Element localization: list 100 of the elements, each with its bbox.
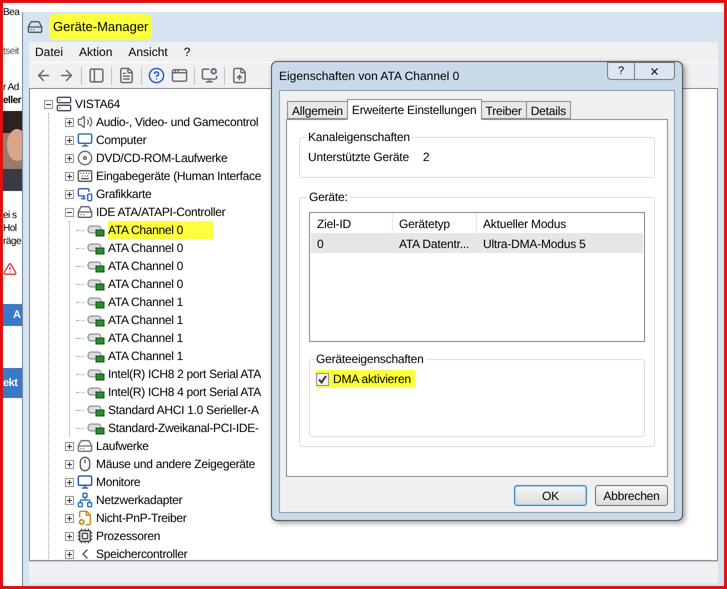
expand-icon[interactable]	[65, 550, 74, 558]
field-value: 2	[422, 149, 430, 166]
expand-icon[interactable]	[65, 118, 74, 126]
controller-icon	[87, 295, 105, 309]
tree-item[interactable]: Prozessoren	[96, 527, 160, 545]
document-icon[interactable]	[118, 67, 135, 84]
menu-item[interactable]: Datei	[35, 43, 64, 61]
background-button[interactable]: A	[3, 304, 22, 326]
tree-item[interactable]: ATA Channel 0	[108, 275, 184, 293]
expand-icon[interactable]	[65, 496, 74, 504]
tree-item[interactable]: DVD/CD-ROM-Laufwerke	[96, 149, 228, 167]
tree-item[interactable]: ATA Channel 0	[108, 257, 184, 275]
tab[interactable]: Details	[526, 101, 571, 119]
text-fragment: ei s	[3, 209, 18, 222]
text-fragment: eller	[3, 94, 22, 107]
monitor-gear-icon[interactable]	[201, 67, 218, 84]
tree-item[interactable]: Nicht-PnP-Treiber	[96, 509, 186, 527]
monitor-icon	[77, 132, 93, 148]
window-icon[interactable]	[171, 67, 188, 84]
dma-checkbox[interactable]: DMA aktivieren	[316, 370, 415, 388]
upload-icon[interactable]	[231, 67, 248, 84]
column-header[interactable]: Gerätetyp	[393, 214, 477, 233]
tree-item[interactable]: ATA Channel 1	[108, 347, 184, 365]
field-label: Unterstützte Geräte	[308, 149, 409, 166]
controller-icon	[87, 421, 105, 435]
controller-icon	[87, 259, 105, 273]
expand-icon[interactable]	[65, 172, 74, 180]
tree-item[interactable]: Computer	[96, 131, 146, 149]
disc-icon	[77, 150, 93, 166]
file-gear-icon	[77, 510, 93, 526]
tab[interactable]: Allgemein	[287, 101, 348, 119]
close-button[interactable]	[635, 62, 675, 80]
tree-item[interactable]: Audio-, Video- und Gamecontrol	[96, 113, 258, 131]
controller-icon	[87, 277, 105, 291]
text-fragment: Bea	[3, 6, 21, 19]
network-icon	[77, 492, 93, 508]
tab[interactable]: Erweiterte Einstellungen	[346, 99, 482, 120]
expand-icon[interactable]	[65, 136, 74, 144]
expand-icon[interactable]	[65, 514, 74, 522]
chip-icon	[77, 528, 93, 544]
background-button[interactable]: ekt	[3, 368, 22, 398]
panel-icon[interactable]	[88, 67, 105, 84]
computer-icon	[56, 96, 72, 112]
list-cell-text: 0	[316, 236, 324, 252]
tree-item[interactable]: Monitore	[96, 473, 140, 491]
tree-item[interactable]: IDE ATA/ATAPI-Controller	[96, 203, 226, 221]
close-icon	[649, 66, 660, 76]
dialog-button[interactable]: Abbrechen	[595, 485, 668, 506]
text-fragment: r Ad	[3, 81, 20, 94]
controller-icon	[87, 385, 105, 399]
mouse-icon	[77, 456, 93, 472]
tree-item[interactable]: ATA Channel 0	[108, 221, 214, 239]
checkbox[interactable]	[316, 372, 329, 386]
tree-item[interactable]: ATA Channel 1	[108, 293, 184, 311]
dialog-title: Eigenschaften von ATA Channel 0	[279, 68, 460, 85]
tree-item[interactable]: ATA Channel 1	[108, 329, 184, 347]
tree-item[interactable]: Eingabegeräte (Human Interface	[96, 167, 262, 185]
group-title: Geräteeigenschaften	[315, 351, 425, 368]
back-icon[interactable]	[35, 67, 52, 84]
window-title: Geräte-Manager	[49, 14, 152, 40]
expand-icon[interactable]	[65, 460, 74, 468]
group-title: Geräte:	[308, 189, 349, 206]
app-icon	[27, 19, 43, 35]
expand-icon[interactable]	[65, 442, 74, 450]
tab[interactable]: Treiber	[480, 101, 527, 119]
list-cell-text: ATA Datentr...	[398, 236, 470, 252]
list-row[interactable]: 0 ATA Datentr... Ultra-DMA-Modus 5	[311, 234, 643, 253]
controller-icon	[87, 349, 105, 363]
check-icon	[318, 374, 327, 384]
expand-icon[interactable]	[65, 478, 74, 486]
collapse-icon[interactable]	[44, 100, 53, 108]
tree-item[interactable]: VISTA64	[75, 95, 120, 113]
tree-item[interactable]: Intel(R) ICH8 2 port Serial ATA	[108, 365, 261, 383]
help-icon[interactable]	[148, 67, 165, 84]
expand-icon[interactable]	[65, 532, 74, 540]
tree-item[interactable]: Netzwerkadapter	[96, 491, 182, 509]
text-fragment: Hol	[3, 222, 18, 235]
display-icon	[77, 186, 93, 202]
column-header[interactable]: Ziel-ID	[311, 214, 393, 233]
controller-icon	[87, 331, 105, 345]
menu-item[interactable]: Aktion	[79, 43, 112, 61]
forward-icon[interactable]	[58, 67, 75, 84]
tree-item[interactable]: Grafikkarte	[96, 185, 152, 203]
column-header[interactable]: Aktueller Modus	[477, 214, 643, 233]
menu-item[interactable]: ?	[184, 43, 190, 61]
list-cell-text: Ultra-DMA-Modus 5	[482, 236, 587, 252]
expand-icon[interactable]	[65, 190, 74, 198]
tree-item[interactable]: Standard AHCI 1.0 Serieller-A	[108, 401, 259, 419]
tree-item[interactable]: Standard-Zweikanal-PCI-IDE-	[108, 419, 259, 437]
tree-item[interactable]: Intel(R) ICH8 4 port Serial ATA	[108, 383, 261, 401]
tree-item[interactable]: Mäuse und andere Zeigegeräte	[96, 455, 256, 473]
collapse-icon[interactable]	[65, 208, 74, 216]
menu-item[interactable]: Ansicht	[128, 43, 168, 61]
tree-item[interactable]: Laufwerke	[96, 437, 149, 455]
tree-item[interactable]: ATA Channel 1	[108, 311, 184, 329]
tree-item[interactable]: ATA Channel 0	[108, 239, 184, 257]
help-button[interactable]: ?	[607, 62, 635, 80]
dialog-button[interactable]: OK	[514, 485, 587, 506]
monitor-icon	[77, 474, 93, 490]
expand-icon[interactable]	[65, 154, 74, 162]
